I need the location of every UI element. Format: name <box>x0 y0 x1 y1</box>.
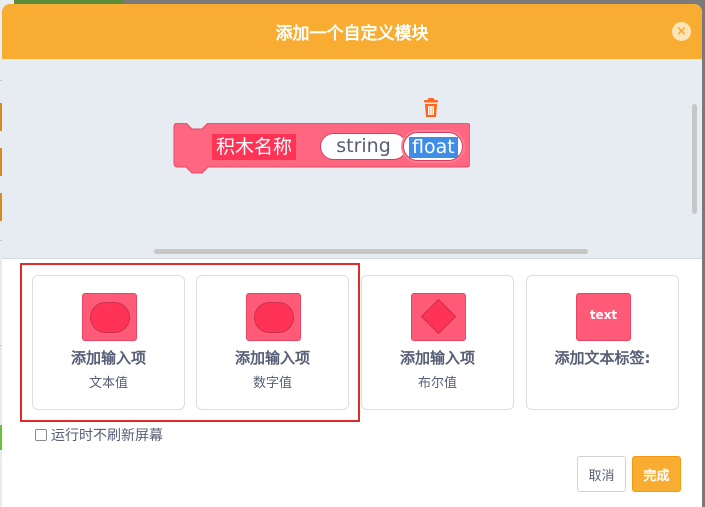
close-icon: × <box>676 24 687 39</box>
float-input-selected-text[interactable]: float <box>409 137 458 158</box>
preview-block[interactable]: 积木名称 string float <box>170 123 470 175</box>
option-subtitle: 布尔值 <box>417 376 457 391</box>
no-refresh-label[interactable]: 运行时不刷新屏幕 <box>51 425 163 445</box>
option-title: 添加文本标签: <box>554 349 651 367</box>
cancel-button[interactable]: 取消 <box>577 456 626 492</box>
string-input-slot[interactable]: string <box>320 133 407 160</box>
add-boolean-input-card[interactable]: 添加输入项 布尔值 <box>361 275 514 410</box>
no-refresh-checkbox[interactable] <box>35 429 47 441</box>
diamond-input-icon <box>411 293 466 341</box>
close-button[interactable]: × <box>672 22 691 41</box>
dialog-title: 添加一个自定义模块 <box>275 24 429 44</box>
no-refresh-option[interactable]: 运行时不刷新屏幕 <box>35 425 163 445</box>
dialog-header: 添加一个自定义模块 × <box>2 4 702 59</box>
float-input-slot[interactable]: float <box>403 132 463 161</box>
option-title: 添加输入项 <box>399 349 475 367</box>
text-label-icon: text <box>576 293 631 341</box>
annotation-highlight-box <box>20 263 360 422</box>
done-button[interactable]: 完成 <box>632 456 681 492</box>
add-text-label-card[interactable]: text 添加文本标签: <box>526 275 679 410</box>
horizontal-scrollbar[interactable] <box>154 249 588 254</box>
vertical-scrollbar[interactable] <box>692 104 697 214</box>
block-preview-workspace[interactable]: 积木名称 string float <box>2 59 702 259</box>
custom-block-dialog: 添加一个自定义模块 × 积木名称 string float 添加输入项 文本值 … <box>2 4 702 507</box>
trash-icon[interactable] <box>422 98 440 118</box>
block-name-label[interactable]: 积木名称 <box>212 134 297 160</box>
